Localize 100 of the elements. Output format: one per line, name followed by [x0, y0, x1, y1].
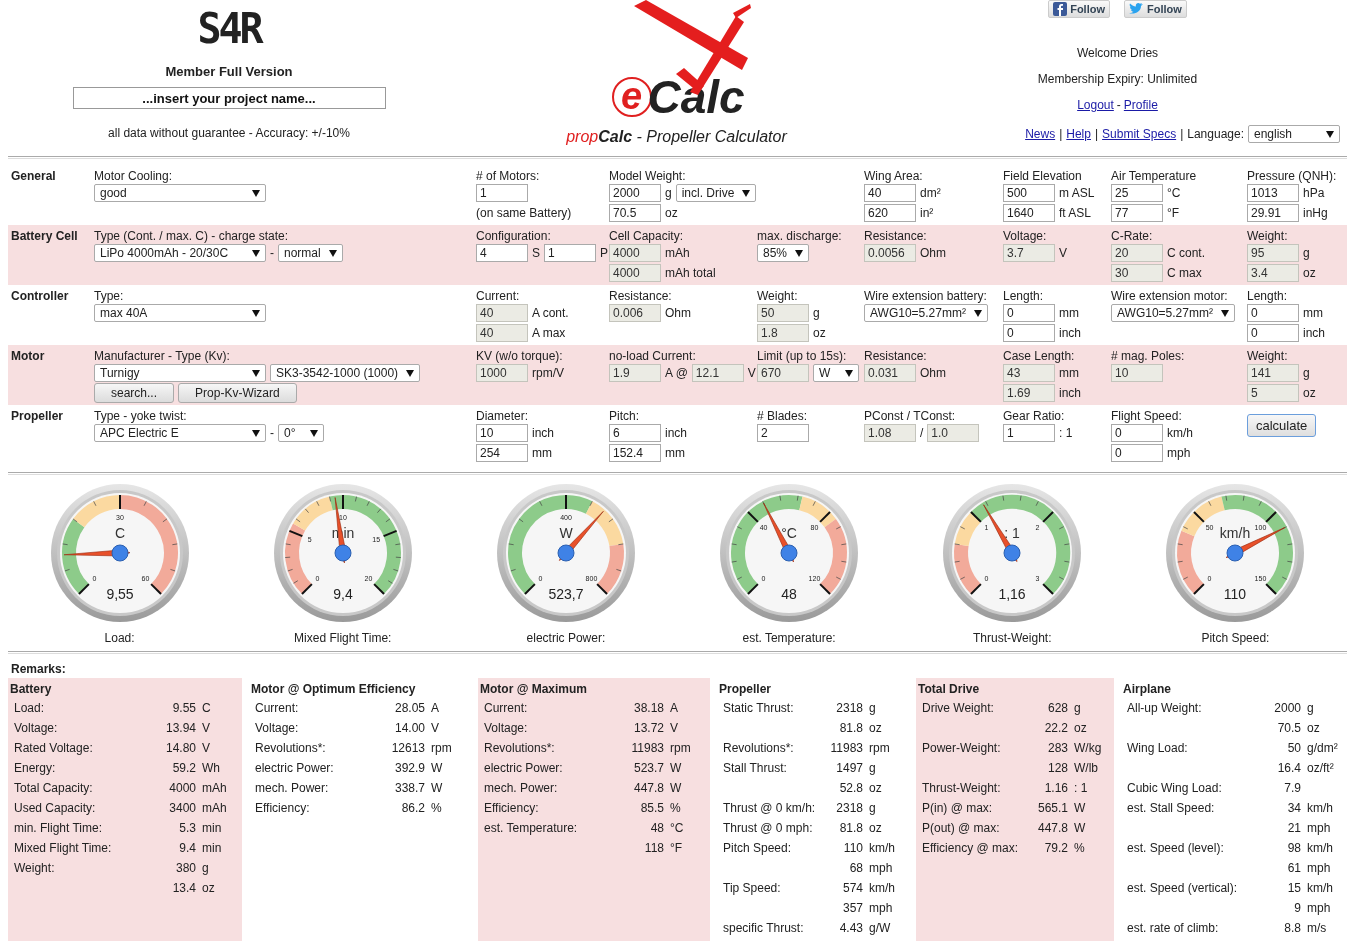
dropdown[interactable]: AWG10=5.27mm² [1111, 304, 1235, 322]
account-link[interactable]: Profile [1123, 98, 1158, 112]
number-field[interactable]: 25 [1111, 184, 1163, 202]
number-field[interactable]: 620 [864, 204, 916, 222]
result-value: 2318 [836, 701, 863, 715]
number-field[interactable]: 1.08 [864, 424, 916, 442]
number-field[interactable]: 3.7 [1003, 244, 1055, 262]
number-field[interactable]: 152.4 [609, 444, 661, 462]
number-field[interactable]: 77 [1111, 204, 1163, 222]
number-field[interactable]: 1 [476, 184, 528, 202]
number-field[interactable]: 30 [1111, 264, 1163, 282]
number-field[interactable]: 95 [1247, 244, 1299, 262]
section-label: Propeller [10, 409, 65, 423]
number-field[interactable]: 0 [1111, 424, 1163, 442]
welcome-text: Welcome Dries [1076, 46, 1159, 60]
dropdown[interactable]: 0° [278, 424, 324, 442]
number-field[interactable]: 1000 [476, 364, 528, 382]
dropdown[interactable]: AWG10=5.27mm² [864, 304, 988, 322]
number-field[interactable]: 3.4 [1247, 264, 1299, 282]
result-value: 338.7 [394, 781, 425, 795]
result-unit: g [868, 701, 877, 715]
nav-link[interactable]: Submit Specs [1102, 127, 1177, 141]
dropdown[interactable]: Turnigy [94, 364, 266, 382]
follow-button[interactable]: Follow [1048, 0, 1110, 18]
number-field[interactable]: 50 [757, 304, 809, 322]
result-value: 38.18 [633, 701, 664, 715]
field-label: Pitch: [609, 409, 639, 423]
number-field[interactable]: 1.0 [927, 424, 980, 442]
number-field[interactable]: 1013 [1247, 184, 1299, 202]
calculate-button[interactable]: calculate [1247, 413, 1317, 437]
number-field[interactable]: 4000 [609, 244, 661, 262]
field-label: Weight: [1247, 229, 1288, 243]
number-field[interactable]: 12.1 [691, 364, 744, 382]
number-field[interactable]: 40 [476, 324, 528, 342]
number-field[interactable]: 29.91 [1247, 204, 1299, 222]
dropdown[interactable]: W [813, 364, 859, 382]
number-field[interactable]: 1.8 [757, 324, 809, 342]
number-field[interactable]: 6 [609, 424, 661, 442]
nav-link[interactable]: News [1025, 127, 1056, 141]
action-button[interactable]: Prop-Kv-Wizard [178, 383, 297, 403]
dropdown[interactable]: 85% [757, 244, 810, 262]
caret-icon [973, 309, 982, 317]
field-label: max. discharge: [757, 229, 842, 243]
result-value: 50 [1287, 741, 1301, 755]
dropdown[interactable]: good [94, 184, 266, 202]
number-field[interactable]: 10 [476, 424, 528, 442]
number-field[interactable]: 10 [1111, 364, 1163, 382]
project-name-field[interactable]: ...insert your project name... [72, 87, 386, 109]
number-field[interactable]: 0.0056 [864, 244, 916, 262]
gauge-unit: km/h [1220, 525, 1251, 541]
dropdown[interactable]: SK3-3542-1000 (1000) [270, 364, 421, 382]
result-unit: mAh [201, 781, 228, 795]
result-unit: km/h [868, 841, 896, 855]
number-field[interactable]: 4 [476, 244, 528, 262]
number-field[interactable]: 0 [1003, 304, 1055, 322]
result-label: Cubic Wing Load: [1127, 781, 1223, 795]
number-field[interactable]: 43 [1003, 364, 1055, 382]
number-field[interactable]: 2 [757, 424, 809, 442]
number-field[interactable]: 40 [864, 184, 916, 202]
unit-label: mph [1167, 446, 1191, 460]
result-value: 283 [1047, 741, 1068, 755]
number-field[interactable]: 1 [1003, 424, 1055, 442]
field-label: Air Temperature [1111, 169, 1197, 183]
dropdown[interactable]: LiPo 4000mAh - 20/30C [94, 244, 266, 262]
number-field[interactable]: 0.006 [609, 304, 661, 322]
account-link[interactable]: Logout [1077, 98, 1114, 112]
caret-icon [1326, 130, 1334, 138]
language-dropdown[interactable]: english [1248, 125, 1340, 143]
dropdown[interactable]: normal [278, 244, 343, 262]
number-field[interactable]: 1.9 [609, 364, 661, 382]
result-value: 447.8 [633, 781, 664, 795]
unit-label: C cont. [1167, 246, 1205, 260]
follow-button[interactable]: Follow [1124, 0, 1187, 18]
number-field[interactable]: 4000 [609, 264, 661, 282]
dropdown[interactable]: APC Electric E [94, 424, 266, 442]
dropdown[interactable]: max 40A [94, 304, 266, 322]
result-unit: oz/ft² [1306, 761, 1335, 775]
number-field[interactable]: 40 [476, 304, 528, 322]
result-unit: oz [201, 881, 216, 895]
number-field[interactable]: 1640 [1003, 204, 1055, 222]
number-field[interactable]: 670 [757, 364, 809, 382]
number-field[interactable]: 0 [1003, 324, 1055, 342]
number-field[interactable]: 141 [1247, 364, 1299, 382]
dropdown[interactable]: incl. Drive [675, 184, 757, 202]
number-field[interactable]: 500 [1003, 184, 1055, 202]
number-field[interactable]: 0 [1247, 324, 1299, 342]
number-field[interactable]: 254 [476, 444, 528, 462]
number-field[interactable]: 1.69 [1003, 384, 1055, 402]
number-field[interactable]: 1 [544, 244, 596, 262]
number-field[interactable]: 70.5 [609, 204, 661, 222]
number-field[interactable]: 0.031 [864, 364, 916, 382]
remarks-title: Remarks: [10, 661, 67, 678]
number-field[interactable]: 0 [1111, 444, 1163, 462]
result-unit: oz [868, 821, 883, 835]
number-field[interactable]: 20 [1111, 244, 1163, 262]
action-button[interactable]: search... [94, 383, 175, 403]
nav-link[interactable]: Help [1066, 127, 1091, 141]
number-field[interactable]: 5 [1247, 384, 1299, 402]
number-field[interactable]: 2000 [609, 184, 661, 202]
number-field[interactable]: 0 [1247, 304, 1299, 322]
